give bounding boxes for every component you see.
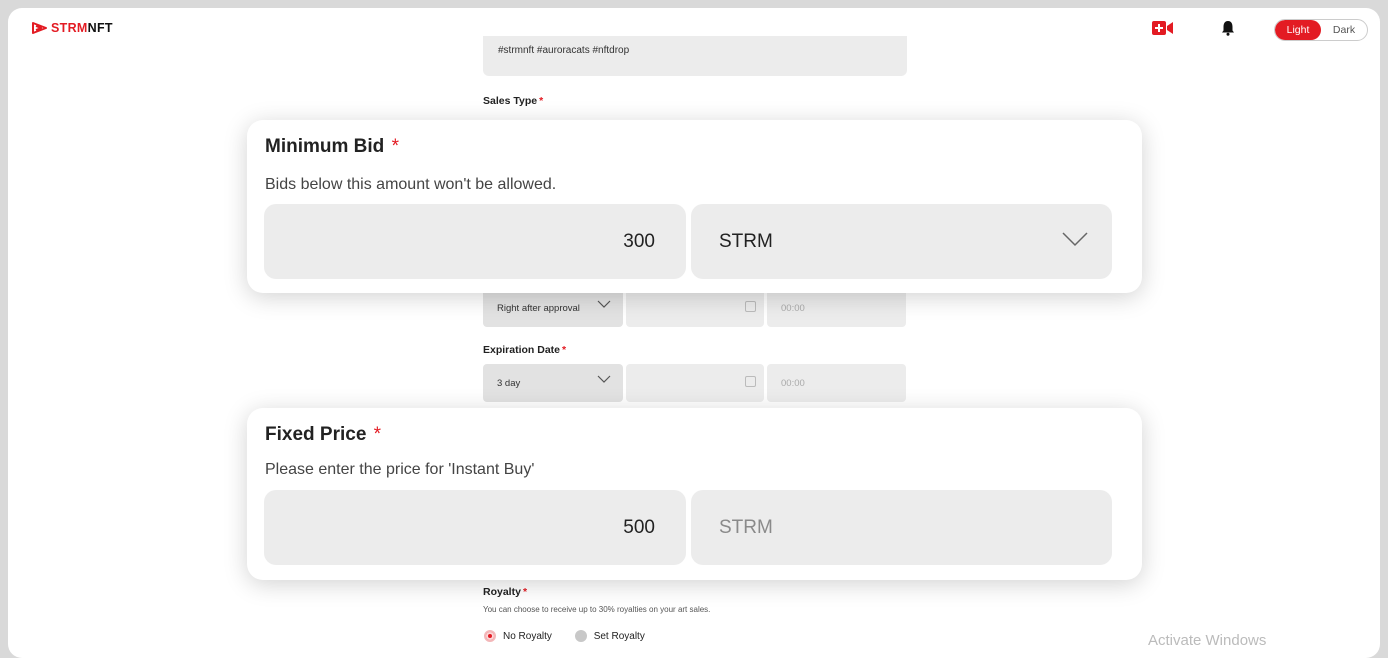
expiration-date-label: Expiration Date *: [483, 344, 566, 356]
expiration-date-label-text: Expiration Date: [483, 344, 561, 356]
royalty-description: You can choose to receive up to 30% roya…: [483, 605, 711, 614]
fixed-price-currency-field: STRM: [691, 490, 1112, 565]
minimum-bid-currency-select[interactable]: STRM: [691, 204, 1112, 279]
minimum-bid-amount-input[interactable]: 300: [264, 204, 686, 279]
start-date-row: Right after approval 00:00: [483, 289, 906, 327]
sales-type-label: Sales Type *: [483, 95, 543, 107]
radio-unselected-icon: [574, 630, 587, 642]
fixed-price-description: Please enter the price for 'Instant Buy': [265, 461, 535, 478]
royalty-option-set[interactable]: Set Royalty: [574, 630, 645, 642]
royalty-options: No Royalty Set Royalty: [484, 630, 645, 642]
minimum-bid-description: Bids below this amount won't be allowed.: [265, 176, 557, 193]
minimum-bid-amount-value: 300: [623, 230, 655, 252]
expiration-date-row: 3 day 00:00: [483, 364, 906, 402]
required-mark: *: [539, 95, 544, 107]
fixed-price-currency-value: STRM: [719, 516, 773, 538]
video-add-icon[interactable]: [1152, 20, 1174, 41]
required-mark: *: [373, 424, 382, 445]
theme-dark-option[interactable]: Dark: [1321, 20, 1367, 40]
minimum-bid-card: Minimum Bid * Bids below this amount won…: [247, 120, 1142, 293]
sales-type-label-text: Sales Type: [483, 95, 538, 107]
theme-toggle[interactable]: Light Dark: [1274, 19, 1368, 41]
royalty-option-set-label: Set Royalty: [593, 630, 645, 642]
required-mark: *: [562, 344, 567, 356]
start-date-select-value: Right after approval: [497, 302, 580, 314]
bell-icon[interactable]: [1221, 20, 1235, 41]
expiration-time-input[interactable]: 00:00: [767, 364, 906, 402]
required-mark: *: [391, 136, 399, 157]
royalty-option-none-label: No Royalty: [503, 630, 552, 642]
activate-windows-watermark: Activate Windows: [1148, 632, 1267, 649]
expiration-date-input[interactable]: [626, 364, 764, 402]
logo[interactable]: STRM NFT: [32, 21, 113, 35]
calendar-icon: [745, 376, 756, 387]
theme-light-option[interactable]: Light: [1275, 20, 1321, 40]
logo-play-icon: [32, 22, 47, 34]
expiration-select[interactable]: 3 day: [483, 364, 623, 402]
start-time-input[interactable]: 00:00: [767, 289, 906, 327]
minimum-bid-currency-value: STRM: [719, 230, 773, 252]
radio-selected-icon: [484, 630, 496, 642]
logo-text-strm: STRM: [51, 21, 88, 35]
royalty-option-none[interactable]: No Royalty: [484, 630, 552, 642]
fixed-price-amount-value: 500: [623, 516, 655, 538]
fixed-price-amount-input[interactable]: 500: [264, 490, 686, 565]
expiration-select-value: 3 day: [497, 377, 521, 389]
start-time-value: 00:00: [781, 302, 805, 314]
fixed-price-card: Fixed Price * Please enter the price for…: [247, 408, 1142, 580]
chevron-down-icon: [1062, 232, 1088, 247]
chevron-down-icon: [597, 375, 611, 383]
required-mark: *: [522, 586, 528, 598]
expiration-time-value: 00:00: [781, 377, 805, 389]
royalty-label-text: Royalty: [483, 586, 521, 598]
calendar-icon: [745, 301, 756, 312]
start-date-select[interactable]: Right after approval: [483, 289, 623, 327]
logo-text-nft: NFT: [87, 21, 113, 35]
fixed-price-title: Fixed Price *: [265, 424, 381, 446]
start-date-input[interactable]: [626, 289, 764, 327]
minimum-bid-title-text: Minimum Bid: [265, 136, 385, 157]
tags-input[interactable]: #strmnft #auroracats #nftdrop: [483, 36, 907, 76]
minimum-bid-title: Minimum Bid *: [265, 136, 399, 158]
chevron-down-icon: [597, 300, 611, 308]
royalty-label: Royalty *: [483, 586, 527, 598]
fixed-price-title-text: Fixed Price: [265, 424, 367, 445]
